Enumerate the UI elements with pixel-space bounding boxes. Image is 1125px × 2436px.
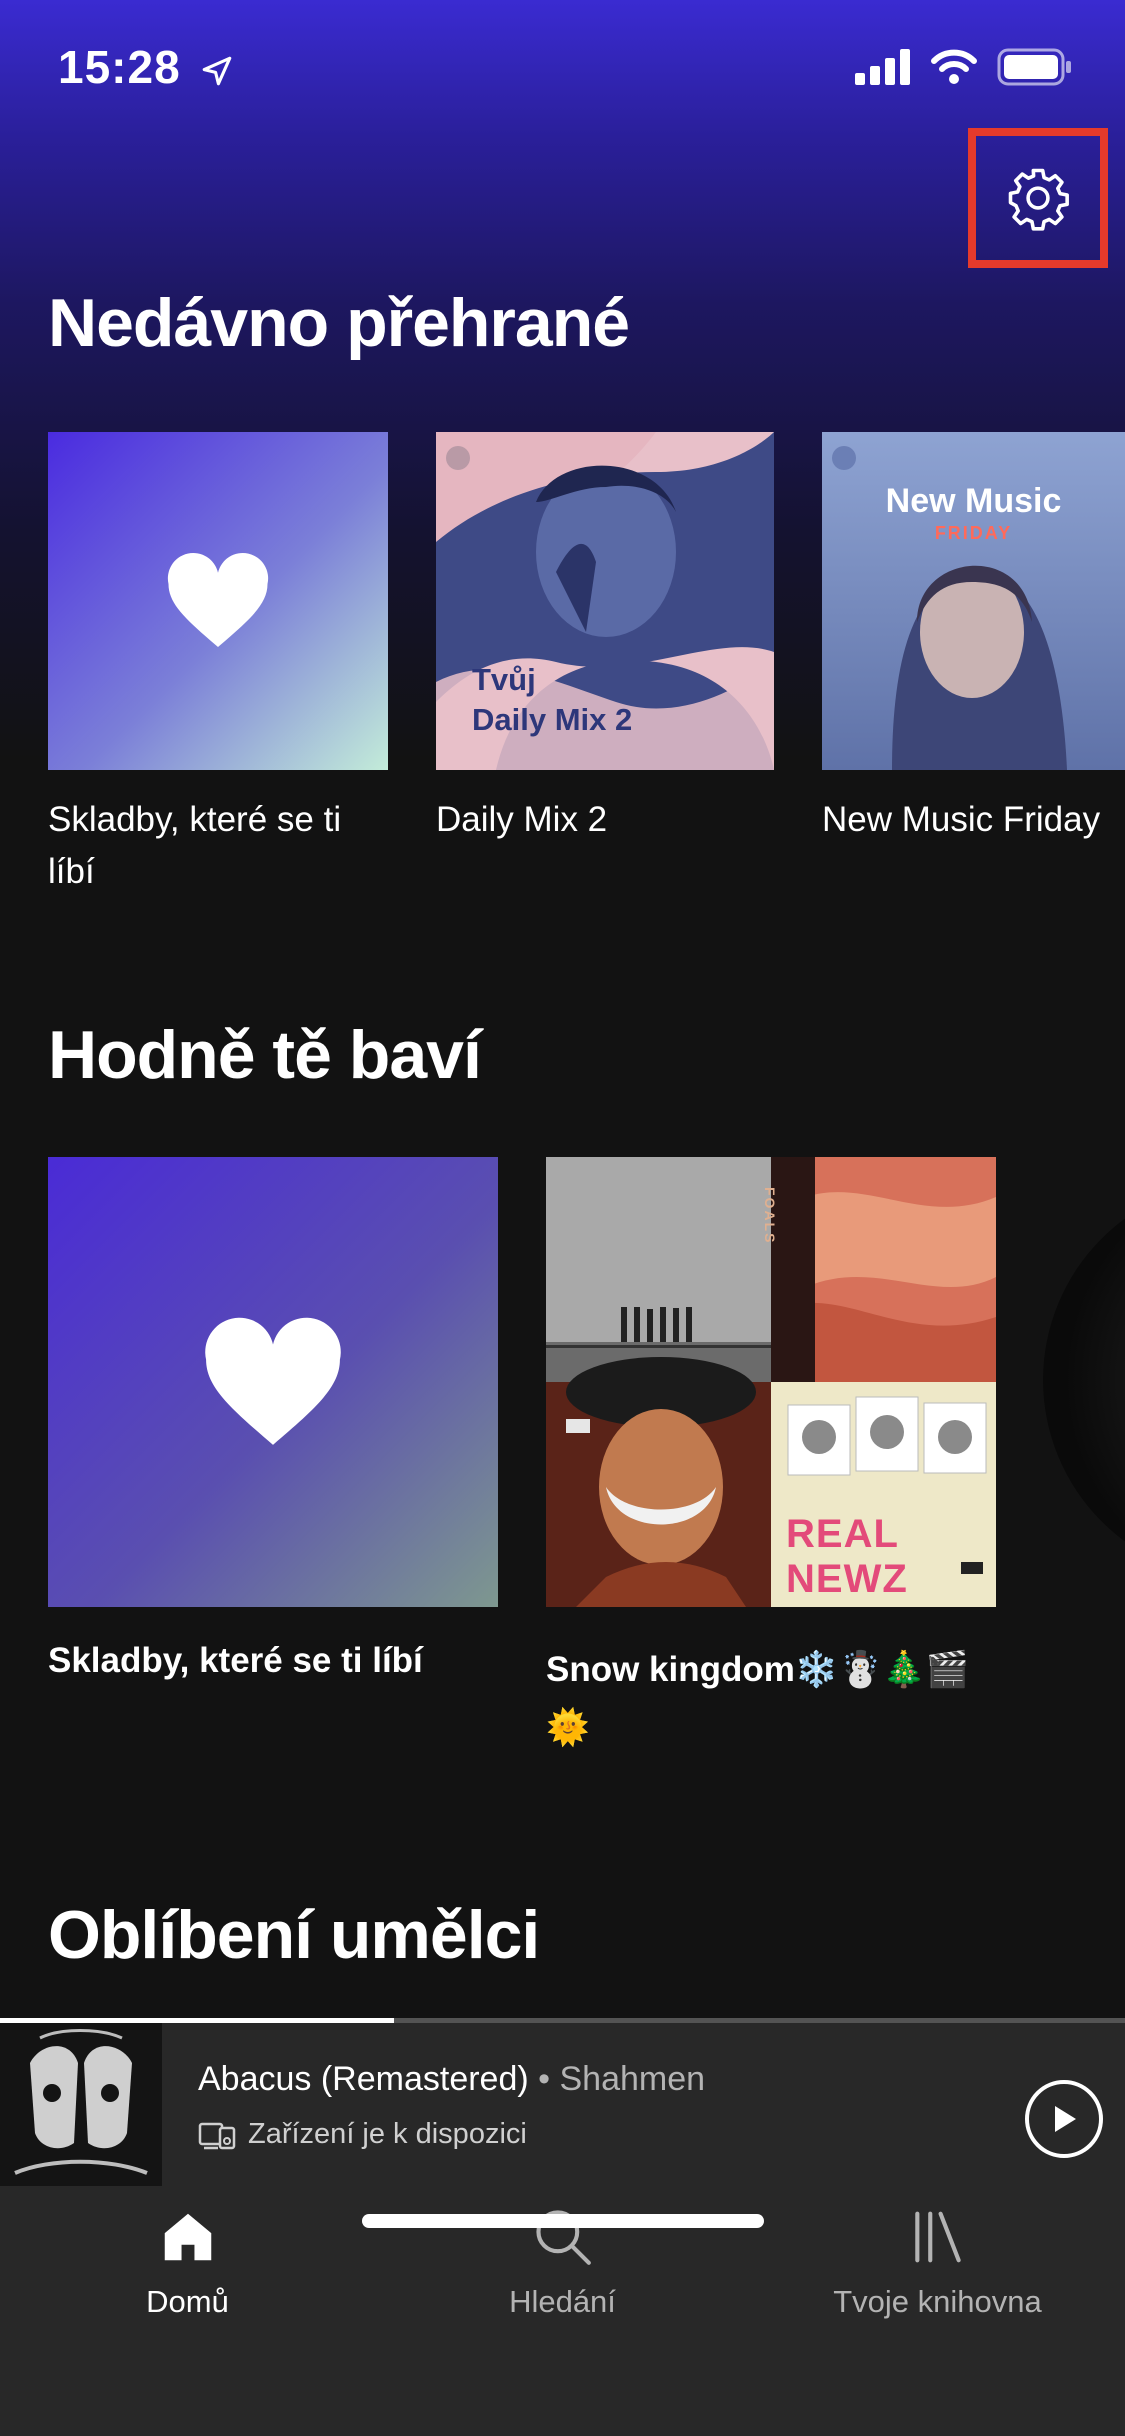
liked-songs-artwork [48,1157,498,1607]
nav-home-label: Domů [146,2284,229,2319]
album-art-illustration [0,2023,162,2186]
vinyl-artwork [1043,1180,1125,1580]
recent-card-liked-songs[interactable]: Skladby, které se ti líbí [48,432,388,891]
artist-name: Shahmen [559,2060,706,2098]
nav-library-label: Tvoje knihovna [833,2284,1042,2319]
device-availability[interactable]: Zařízení je k dispozici [198,2118,527,2151]
play-icon [1055,2106,1076,2132]
section-title-artists: Oblíbení umělci [48,1897,540,1973]
library-icon [914,2211,961,2263]
daily-mix-art-line2: Daily Mix 2 [472,702,633,737]
recent-card-daily-mix-2[interactable]: Tvůj Daily Mix 2 Daily Mix 2 [436,432,776,852]
signal-icon [855,49,910,85]
recent-card-new-music-friday[interactable]: New Music FRIDAY New Music Friday [822,432,1125,852]
settings-button[interactable] [968,128,1108,268]
new-music-friday-artwork: New Music FRIDAY [822,432,1125,770]
card-label: Skladby, které se ti líbí [48,1641,423,1680]
home-indicator [362,2214,764,2228]
nmf-art-title: New Music [885,482,1062,520]
status-indicators [855,48,1073,86]
status-time: 15:28 [58,40,234,94]
now-playing-artwork[interactable] [0,2023,162,2186]
playlist-mosaic-artwork: FOALS REAL NEWZ [546,1157,996,1607]
heart-icon [167,552,269,647]
track-name: Abacus (Remastered) [198,2060,529,2098]
home-icon [164,2213,211,2261]
card-label: Snow kingdom❄️☃️🎄🎬 🌞 [546,1650,970,1747]
daily-mix-artwork: Tvůj Daily Mix 2 [436,432,774,770]
battery-icon [997,48,1071,86]
devices-icon [198,2122,236,2149]
progress-track [0,2018,1125,2023]
card-label: New Music Friday [822,800,1101,839]
track-separator: • [528,2060,560,2098]
nav-search-label: Hledání [509,2284,616,2319]
card-label: Skladby, které se ti líbí [48,800,342,891]
location-arrow-icon [203,56,232,86]
favorites-card-snow-kingdom[interactable]: FOALS REAL NEWZ Snow kingdom❄️☃️🎄🎬 🌞 [546,1157,998,1757]
heart-icon [205,1317,341,1445]
now-playing-bar[interactable]: Abacus (Remastered) • Shahmen Zařízení j… [0,2018,1125,2186]
gear-icon [1008,168,1069,231]
now-playing-title[interactable]: Abacus (Remastered) • Shahmen [198,2060,705,2099]
section-title-recent: Nedávno přehrané [48,285,630,361]
nav-library[interactable]: Tvoje knihovna [750,2206,1125,2320]
device-text: Zařízení je k dispozici [248,2118,527,2150]
liked-songs-artwork [48,432,388,770]
play-button[interactable] [1025,2080,1103,2158]
favorites-card-partial[interactable] [1043,1180,1125,1580]
nav-home[interactable]: Domů [0,2206,375,2320]
mosaic-tile-text-2: REAL NEWZ [786,1512,908,1601]
section-title-favorites: Hodně tě baví [48,1017,482,1093]
favorites-card-liked-songs[interactable]: Skladby, které se ti líbí [48,1157,498,1697]
wifi-icon [931,49,977,84]
nmf-art-sub: FRIDAY [934,523,1013,543]
mosaic-tile-text-1: FOALS [762,1187,778,1245]
daily-mix-art-line1: Tvůj [472,662,536,697]
card-label: Daily Mix 2 [436,800,608,839]
